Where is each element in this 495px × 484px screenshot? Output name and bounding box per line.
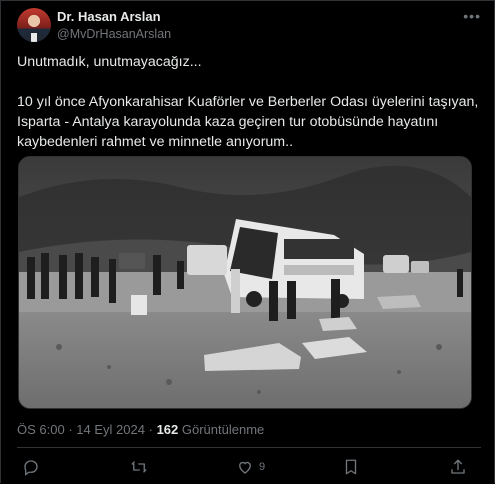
avatar-shirt xyxy=(31,33,37,42)
post-line-2: 10 yıl önce Afyonkarahisar Kuaförler ve … xyxy=(17,94,479,150)
post-date[interactable]: 14 Eyl 2024 xyxy=(76,422,145,437)
bookmark-button[interactable] xyxy=(342,458,360,476)
like-button[interactable]: 9 xyxy=(236,458,265,476)
reply-icon xyxy=(24,460,38,476)
author-name[interactable]: Dr. Hasan Arslan xyxy=(57,9,171,25)
post-time[interactable]: ÖS 6:00 xyxy=(17,422,65,437)
retweet-icon xyxy=(131,461,147,473)
reply-button[interactable] xyxy=(22,458,40,476)
author-info: Dr. Hasan Arslan @MvDrHasanArslan xyxy=(57,9,171,42)
post-photo[interactable] xyxy=(18,156,472,409)
retweet-button[interactable] xyxy=(130,458,148,476)
avatar[interactable] xyxy=(17,8,51,42)
views-count: 162 xyxy=(156,422,179,437)
meta-separator: · xyxy=(68,422,73,437)
accident-photo xyxy=(19,157,471,408)
meta-separator: · xyxy=(148,422,153,437)
author-handle[interactable]: @MvDrHasanArslan xyxy=(57,26,171,42)
views-label: Görüntülenme xyxy=(181,422,265,437)
bookmark-icon xyxy=(345,459,357,475)
post-text: Unutmadık, unutmayacağız... 10 yıl önce … xyxy=(17,52,483,152)
share-button[interactable] xyxy=(449,458,467,476)
share-icon xyxy=(451,459,465,474)
like-icon xyxy=(239,461,251,474)
post-meta: ÖS 6:00 · 14 Eyl 2024 · 162 Görüntülenme xyxy=(17,422,264,437)
post-header: Dr. Hasan Arslan @MvDrHasanArslan ••• xyxy=(17,8,481,44)
like-count: 9 xyxy=(259,461,266,473)
action-bar: 9 xyxy=(22,458,465,480)
more-options-icon[interactable]: ••• xyxy=(463,8,481,24)
post-line-1: Unutmadık, unutmayacağız... xyxy=(17,54,202,70)
divider xyxy=(17,447,481,448)
